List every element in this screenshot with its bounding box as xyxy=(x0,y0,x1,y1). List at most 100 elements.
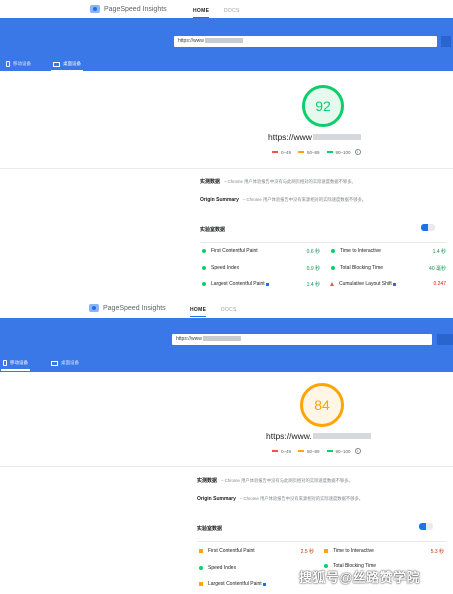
metric-value: 0.247 xyxy=(433,281,446,287)
tab-mobile[interactable]: 移动设备 xyxy=(1,360,30,371)
metric-value: 2.5 秒 xyxy=(300,549,314,555)
metric-label: Speed Index xyxy=(211,265,240,271)
status-green-icon xyxy=(331,249,335,253)
url-text: https://www xyxy=(176,336,202,342)
metric-label: Total Blocking Time xyxy=(340,265,384,271)
pagespeed-logo-icon xyxy=(90,5,100,13)
legend-fail-marker xyxy=(272,450,278,452)
url-input[interactable]: https://www xyxy=(174,36,437,47)
legend-fail: 0–49 xyxy=(272,449,291,454)
analyzed-url: https://www xyxy=(268,132,361,142)
metric-label: Cumulative Layout Shift xyxy=(339,281,392,287)
nav-home[interactable]: HOME xyxy=(190,307,207,317)
metric-lcp: Largest Contentful Paint xyxy=(199,581,266,587)
status-green-icon xyxy=(202,282,206,286)
tab-mobile-label: 移动设备 xyxy=(10,360,28,365)
url-blur xyxy=(202,336,241,342)
url-text: https://www xyxy=(178,38,204,44)
field-data-desc: – Chrome 用户体验报告中没有与此网页相对的实际速度数据不够多。 xyxy=(221,477,353,483)
metric-lcp: Largest Contentful Paint xyxy=(202,281,269,287)
legend-average: 50–89 xyxy=(298,150,320,155)
metric-label: Speed Index xyxy=(208,565,237,571)
metric-tbt: Total Blocking Time xyxy=(331,265,383,271)
status-orange-icon xyxy=(324,549,328,553)
bottom-url-bar: https://www 移动设备 桌面设备 xyxy=(0,318,453,372)
lab-data-title: 实验室数据 xyxy=(197,526,223,532)
divider xyxy=(0,168,453,169)
nav-docs[interactable]: DOCS xyxy=(221,307,237,313)
score-value: 92 xyxy=(315,98,331,114)
legend-average-marker xyxy=(298,450,305,452)
metric-label: Largest Contentful Paint xyxy=(208,581,262,587)
top-header: PageSpeed Insights HOME DOCS xyxy=(0,0,453,18)
legend-pass: 90–100 xyxy=(326,149,351,155)
legend-pass-marker xyxy=(326,450,333,452)
metrics-view-toggle[interactable] xyxy=(419,523,433,530)
legend-average-label: 50–89 xyxy=(307,149,320,155)
metric-tti: Time to Interactive xyxy=(331,248,381,254)
toggle-on xyxy=(421,224,428,231)
metrics-divider xyxy=(200,242,447,243)
origin-summary-row: Origin Summary – Chrome 用户体验报告中没有来源相对的实际… xyxy=(200,197,366,203)
legend-average-marker xyxy=(298,151,305,153)
analyze-button[interactable] xyxy=(437,334,453,345)
origin-summary-title: Origin Summary xyxy=(200,197,239,203)
analyzed-url-blur xyxy=(312,134,361,140)
legend-pass-label: 90–100 xyxy=(335,448,351,454)
top-url-bar: https://www 移动设备 桌面设备 xyxy=(0,18,453,72)
legend-average-label: 50–89 xyxy=(307,448,320,454)
lab-data-title: 实验室数据 xyxy=(200,227,226,233)
metric-label: First Contentful Paint xyxy=(208,548,255,554)
tab-mobile-label: 移动设备 xyxy=(13,61,31,66)
origin-summary-row: Origin Summary – Chrome 用户体验报告中没有来源相对的实际… xyxy=(197,496,363,502)
url-blur xyxy=(204,38,243,44)
metric-fcp: First Contentful Paint xyxy=(199,548,255,554)
metric-label: First Contentful Paint xyxy=(211,248,258,254)
field-data-desc: – Chrome 用户体验报告中没有与此网页相对的实际速度数据不够多。 xyxy=(224,178,356,184)
tab-desktop[interactable]: 桌面设备 xyxy=(51,360,79,366)
score-legend: 0–49 50–89 90–100 i xyxy=(272,448,361,454)
mobile-icon xyxy=(6,61,10,67)
origin-summary-desc: – Chrome 用户体验报告中没有来源相对的实际速度数据不够多。 xyxy=(242,197,367,202)
status-green-icon xyxy=(202,249,206,253)
info-icon[interactable]: i xyxy=(354,149,361,155)
url-input[interactable]: https://www xyxy=(172,334,432,345)
desktop-icon xyxy=(51,360,58,366)
metric-tti: Time to Interactive xyxy=(324,548,374,554)
tab-mobile[interactable]: 移动设备 xyxy=(6,61,31,67)
watermark: 搜狐号@丝路赞学院 xyxy=(299,570,421,585)
analyzed-url-text: https://www. xyxy=(266,431,312,441)
score-legend: 0–49 50–89 90–100 i xyxy=(272,149,361,155)
legend-average: 50–89 xyxy=(298,449,320,454)
metric-value: 1.4 秒 xyxy=(306,282,320,288)
metric-value: 0.9 秒 xyxy=(306,266,320,272)
status-green-icon xyxy=(331,266,335,270)
legend-pass: 90–100 xyxy=(326,448,351,454)
info-icon[interactable]: i xyxy=(354,448,361,454)
field-data-title: 实测数据 xyxy=(197,478,218,484)
mobile-icon xyxy=(3,360,7,366)
field-data-row: 实测数据 – Chrome 用户体验报告中没有与此网页相对的实际速度数据不够多。 xyxy=(197,477,353,485)
divider xyxy=(0,466,453,467)
status-red-icon xyxy=(330,282,334,286)
metrics-view-toggle[interactable] xyxy=(421,224,435,231)
nav-home[interactable]: HOME xyxy=(193,8,210,18)
metrics-divider xyxy=(197,541,447,542)
legend-pass-label: 90–100 xyxy=(335,149,351,155)
top-brand[interactable]: PageSpeed Insights xyxy=(90,5,167,13)
element-marker-icon xyxy=(265,282,269,286)
element-marker-icon xyxy=(262,582,266,586)
metric-value: 5.3 秒 xyxy=(430,549,444,555)
metric-fcp: First Contentful Paint xyxy=(202,248,258,254)
nav-docs[interactable]: DOCS xyxy=(224,8,240,14)
analyze-button[interactable] xyxy=(441,36,451,47)
origin-summary-title: Origin Summary xyxy=(197,496,236,502)
desktop-icon xyxy=(53,61,60,67)
metric-label: Largest Contentful Paint xyxy=(211,281,265,287)
element-marker-icon xyxy=(392,282,396,286)
tab-desktop[interactable]: 桌面设备 xyxy=(51,61,83,72)
legend-pass-marker xyxy=(326,151,333,153)
bottom-brand[interactable]: PageSpeed Insights xyxy=(89,304,166,312)
analyzed-url-blur xyxy=(312,433,371,439)
app-name: PageSpeed Insights xyxy=(103,304,166,312)
